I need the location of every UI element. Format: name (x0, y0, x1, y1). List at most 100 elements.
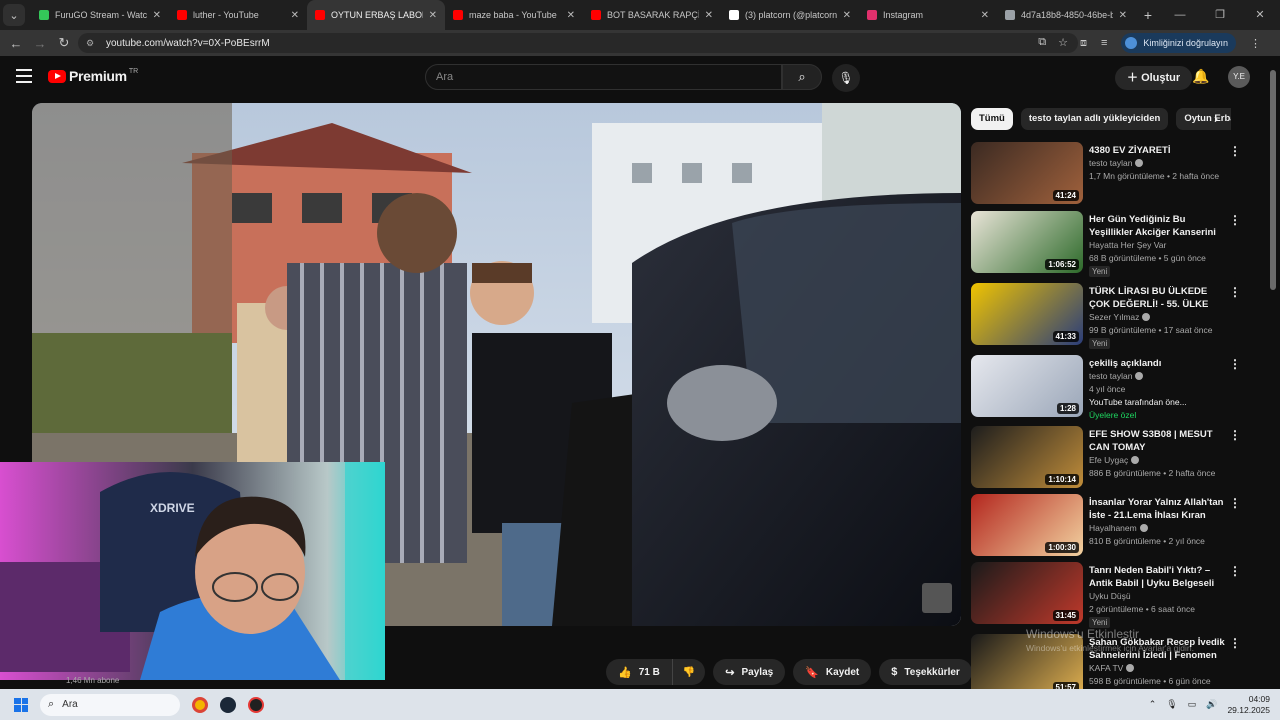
channel-name[interactable]: Hayalhanem (1089, 523, 1148, 533)
close-tab-icon[interactable]: ✕ (567, 10, 575, 21)
media-controls-icon[interactable]: ≡ (1101, 37, 1107, 49)
search-button[interactable]: ⌕ (782, 64, 822, 90)
channel-name[interactable]: testo taylan (1089, 371, 1144, 381)
video-menu-icon[interactable]: ⋮ (1229, 357, 1241, 371)
taskbar-search[interactable]: ⌕ Ara (40, 693, 180, 716)
thanks-button[interactable]: $ Teşekkürler (879, 659, 972, 685)
recommended-video[interactable]: 41:33 TÜRK LİRASI BU ÜLKEDE ÇOK DEĞERLİ! … (971, 283, 1251, 349)
guide-menu-icon[interactable] (16, 69, 32, 87)
chevron-up-icon[interactable]: ⌃ (1149, 699, 1157, 710)
obs-icon[interactable] (248, 696, 264, 713)
share-button[interactable]: ↪ Paylaş (713, 659, 786, 685)
video-menu-icon[interactable]: ⋮ (1229, 285, 1241, 299)
search-input[interactable]: Ara (425, 64, 782, 90)
filter-chip[interactable]: testo taylan adlı yükleyiciden (1020, 108, 1169, 130)
notifications-bell-icon[interactable]: 🔔 (1192, 68, 1209, 85)
minimize-icon[interactable]: — (1160, 0, 1200, 30)
bookmark-star-icon[interactable]: ☆ (1058, 36, 1068, 49)
recommended-video[interactable]: 41:24 4380 EV ZİYARETİ testo taylan 1,7 Mn … (971, 142, 1251, 206)
new-tab-button[interactable]: + (1135, 7, 1161, 23)
tab-title: (3) platcorn (@platcornw (745, 10, 837, 20)
browser-tab[interactable]: luther - YouTube ✕ (169, 0, 307, 30)
close-tab-icon[interactable]: ✕ (153, 10, 161, 21)
video-thumbnail[interactable]: 1:10:14 (971, 426, 1083, 488)
verify-identity-button[interactable]: Kimliğinizi doğrulayın (1121, 33, 1236, 53)
restore-icon[interactable]: ❐ (1200, 0, 1240, 30)
save-button[interactable]: 🔖 Kaydet (793, 659, 872, 685)
channel-name[interactable]: Hayatta Her Şey Var (1089, 240, 1166, 250)
recommended-video[interactable]: 1:28 çekiliş açıklandı testo taylan 4 yıl ö… (971, 355, 1251, 420)
microphone-icon: 🎙 (838, 71, 854, 85)
channel-name[interactable]: Efe Uygaç (1089, 455, 1140, 465)
video-menu-icon[interactable]: ⋮ (1229, 428, 1241, 442)
video-menu-icon[interactable]: ⋮ (1229, 636, 1241, 650)
browser-tab[interactable]: Instagram ✕ (859, 0, 997, 30)
close-tab-icon[interactable]: ✕ (1119, 10, 1127, 21)
volume-icon[interactable]: 🔊 (1206, 699, 1217, 710)
clock[interactable]: 04:09 29.12.2025 (1227, 694, 1270, 716)
close-tab-icon[interactable]: ✕ (843, 10, 851, 21)
chrome-icon[interactable] (192, 696, 208, 713)
video-thumbnail[interactable]: 1:06:52 (971, 211, 1083, 273)
channel-name[interactable]: Uyku Düşü (1089, 591, 1131, 601)
video-title[interactable]: İnsanlar Yorar Yalnız Allah'tan İste - 2… (1089, 496, 1225, 522)
recommended-video[interactable]: 1:00:30 İnsanlar Yorar Yalnız Allah'tan İ… (971, 494, 1251, 558)
forward-arrow-icon[interactable]: → (28, 36, 52, 51)
video-title[interactable]: Tanrı Neden Babil'i Yıktı? – Antik Babil… (1089, 564, 1225, 590)
page-scrollbar[interactable] (1270, 60, 1276, 690)
create-button[interactable]: ＋ Oluştur (1115, 66, 1193, 90)
voice-search-button[interactable]: 🎙 (832, 64, 860, 92)
video-title[interactable]: 4380 EV ZİYARETİ (1089, 144, 1225, 157)
browser-tab[interactable]: FuruGO Stream - Watch L ✕ (31, 0, 169, 30)
tab-search-chevron-icon[interactable]: ⌄ (3, 4, 25, 26)
recommended-video[interactable]: 1:06:52 Her Gün Yediğiniz Bu Yeşillikler … (971, 211, 1251, 277)
display-icon[interactable]: ▭ (1188, 699, 1197, 710)
video-menu-icon[interactable]: ⋮ (1229, 144, 1241, 158)
scrollbar-thumb[interactable] (1270, 70, 1276, 290)
browser-tab[interactable]: BOT BASARAK RAPÇİ OLN ✕ (583, 0, 721, 30)
dislike-button[interactable]: 👎 (672, 659, 706, 685)
recommended-video[interactable]: 1:10:14 EFE SHOW S3B08 | MESUT CAN TOMAY E… (971, 426, 1251, 490)
close-tab-icon[interactable]: ✕ (981, 10, 989, 21)
video-title[interactable]: Her Gün Yediğiniz Bu Yeşillikler Akciğer… (1089, 213, 1225, 239)
browser-tab[interactable]: 4d7a18b8-4850-46be-be ✕ (997, 0, 1135, 30)
video-menu-icon[interactable]: ⋮ (1229, 213, 1241, 227)
chevron-right-icon[interactable]: › (1214, 112, 1218, 126)
windows-start-icon[interactable] (14, 697, 28, 712)
steam-icon[interactable] (220, 696, 236, 713)
filter-chip[interactable]: Tümü (971, 108, 1013, 130)
video-thumbnail[interactable]: 1:00:30 (971, 494, 1083, 556)
video-title[interactable]: çekiliş açıklandı (1089, 357, 1225, 370)
channel-name[interactable]: testo taylan (1089, 158, 1144, 168)
close-tab-icon[interactable]: ✕ (429, 10, 437, 21)
video-thumbnail[interactable]: 31:45 (971, 562, 1083, 624)
video-thumbnail[interactable]: 41:33 (971, 283, 1083, 345)
avatar[interactable]: Y.E (1228, 66, 1250, 88)
reload-icon[interactable]: ↻ (52, 35, 76, 51)
address-bar[interactable]: ⚙ youtube.com/watch?v=0X-PoBEsrrM ⧉ ☆ (78, 33, 1078, 53)
youtube-logo[interactable]: Premium TR (48, 68, 138, 84)
recommended-video[interactable]: 31:45 Tanrı Neden Babil'i Yıktı? – Antik … (971, 562, 1251, 628)
microphone-icon[interactable]: 🎙 (1166, 699, 1177, 710)
video-thumbnail[interactable]: 41:24 (971, 142, 1083, 204)
close-tab-icon[interactable]: ✕ (291, 10, 299, 21)
browser-tab[interactable]: OYTUN ERBAŞ LABORATU ✕ (307, 0, 445, 30)
video-menu-icon[interactable]: ⋮ (1229, 564, 1241, 578)
channel-name[interactable]: KAFA TV (1089, 663, 1135, 673)
close-window-icon[interactable]: ✕ (1240, 0, 1280, 30)
video-title[interactable]: EFE SHOW S3B08 | MESUT CAN TOMAY (1089, 428, 1225, 454)
back-arrow-icon[interactable]: ← (4, 36, 28, 51)
close-tab-icon[interactable]: ✕ (705, 10, 713, 21)
site-info-icon[interactable]: ⚙ (86, 37, 98, 49)
browser-menu-icon[interactable]: ⋮ (1250, 37, 1261, 50)
video-title[interactable]: TÜRK LİRASI BU ÜLKEDE ÇOK DEĞERLİ! - 55.… (1089, 285, 1225, 311)
channel-name[interactable]: Sezer Yılmaz (1089, 312, 1151, 322)
open-in-app-icon[interactable]: ⧉ (1038, 36, 1046, 49)
filter-chip[interactable]: Oytun Erbaş (1176, 108, 1231, 130)
browser-tab[interactable]: maze baba - YouTube ✕ (445, 0, 583, 30)
browser-tab[interactable]: (3) platcorn (@platcornw ✕ (721, 0, 859, 30)
video-menu-icon[interactable]: ⋮ (1229, 496, 1241, 510)
video-thumbnail[interactable]: 1:28 (971, 355, 1083, 417)
extensions-icon[interactable]: ⧈ (1080, 37, 1087, 50)
like-button[interactable]: 👍 71 B (606, 659, 673, 685)
